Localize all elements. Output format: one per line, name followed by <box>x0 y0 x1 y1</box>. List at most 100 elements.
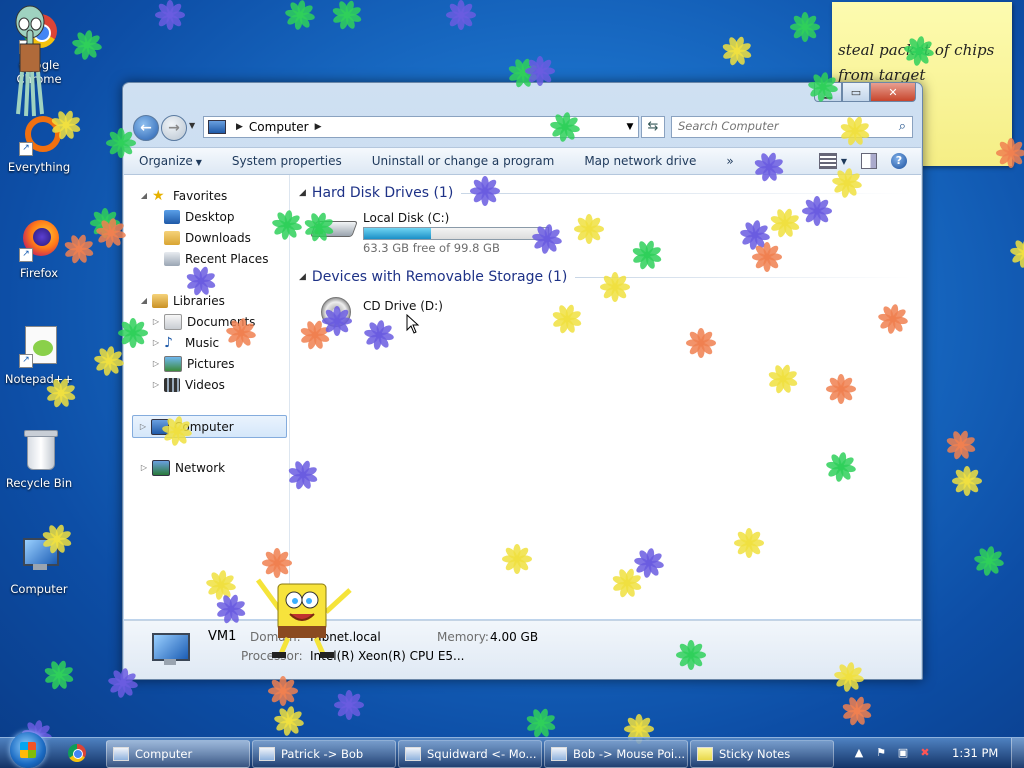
recent-pages-dropdown[interactable]: ▼ <box>189 121 195 130</box>
expand-icon[interactable]: ▷ <box>137 422 149 431</box>
address-dropdown-icon[interactable]: ▼ <box>622 122 638 132</box>
drive-c[interactable]: Local Disk (C:) 63.3 GB free of 99.8 GB <box>309 209 569 257</box>
volume-muted-icon[interactable]: ✖ <box>918 746 932 760</box>
search-input[interactable] <box>672 117 884 135</box>
forward-button[interactable]: → <box>161 115 187 141</box>
breadcrumb-arrow-icon[interactable]: ▶ <box>236 122 243 132</box>
hard-drive-icon <box>309 209 358 243</box>
clock[interactable]: 1:31 PM <box>952 746 998 760</box>
music-icon: ♪ <box>164 334 173 351</box>
expand-icon[interactable]: ▷ <box>150 338 162 347</box>
organize-menu[interactable]: Organize ▼ <box>124 154 217 168</box>
flower-icon <box>952 466 982 496</box>
nav-music[interactable]: ▷ ♪ Music <box>124 332 289 353</box>
nav-recent-places[interactable]: Recent Places <box>124 248 289 269</box>
task-computer[interactable]: Computer <box>106 740 250 768</box>
more-commands-button[interactable]: » <box>711 154 748 168</box>
address-bar[interactable]: ▶ Computer ▶ ▼ <box>203 116 639 138</box>
map-network-drive-button[interactable]: Map network drive <box>569 154 711 168</box>
preview-pane-icon[interactable] <box>861 153 877 169</box>
command-bar: Organize ▼ System properties Uninstall or… <box>124 147 921 175</box>
refresh-button[interactable]: ⇆ <box>641 116 665 138</box>
group-hard-disk-drives[interactable]: ◢ Hard Disk Drives (1) <box>299 183 911 203</box>
desktop-folder-icon <box>164 209 180 224</box>
collapse-icon[interactable]: ◢ <box>138 296 150 305</box>
close-button[interactable]: ✕ <box>870 83 916 102</box>
help-icon[interactable]: ? <box>891 153 907 169</box>
chevron-down-icon[interactable]: ▼ <box>841 157 847 166</box>
flower-icon <box>332 0 362 30</box>
task-patrick-bob[interactable]: Patrick -> Bob <box>252 740 396 768</box>
nav-label: Favorites <box>173 188 228 203</box>
nav-videos[interactable]: ▷ Videos <box>124 374 289 395</box>
nav-libraries[interactable]: ◢ Libraries <box>124 290 289 311</box>
nav-pictures[interactable]: ▷ Pictures <box>124 353 289 374</box>
search-box[interactable]: ⌕ <box>671 116 913 138</box>
change-view-icon[interactable] <box>818 153 837 169</box>
nav-favorites[interactable]: ◢ ★ Favorites <box>124 185 289 206</box>
nav-computer[interactable]: ▷ Computer <box>132 415 287 438</box>
expand-icon[interactable]: ▷ <box>150 317 162 326</box>
flower-icon <box>155 0 185 30</box>
task-label: Patrick -> Bob <box>281 747 364 761</box>
nav-network[interactable]: ▷ Network <box>124 457 289 478</box>
flag-icon[interactable]: ⚑ <box>874 746 888 760</box>
breadcrumb-arrow-icon[interactable]: ▶ <box>315 122 322 132</box>
computer-icon <box>113 747 129 761</box>
maximize-button[interactable]: ▭ <box>842 83 870 102</box>
expand-icon[interactable]: ▷ <box>150 359 162 368</box>
desktop-icon-label: Notepad++ <box>4 372 74 386</box>
desktop-icon-label: Everything <box>7 160 71 174</box>
squidward-pet <box>15 5 45 117</box>
recent-places-icon <box>164 251 180 266</box>
nav-downloads[interactable]: Downloads <box>124 227 289 248</box>
flower-icon <box>94 346 124 376</box>
shortcut-arrow-icon: ↗ <box>19 248 33 262</box>
flower-icon <box>268 676 298 706</box>
desktop-icon-notepadpp[interactable]: ↗ Notepad++ <box>4 324 74 386</box>
collapse-icon[interactable]: ◢ <box>299 188 306 198</box>
computer-icon <box>208 120 226 134</box>
drive-name: Local Disk (C:) <box>363 211 450 225</box>
breadcrumb-computer[interactable]: Computer <box>249 120 309 134</box>
desktop-icon-recycle-bin[interactable]: Recycle Bin <box>4 428 74 490</box>
task-bob-mouse[interactable]: Bob -> Mouse Poi... <box>544 740 688 768</box>
network-icon <box>152 459 170 476</box>
explorer-window[interactable]: ▁ ▭ ✕ ← → ▼ ▶ Computer ▶ ▼ ⇆ ⌕ Organize▼… <box>122 82 923 680</box>
flower-icon <box>446 0 476 30</box>
minimize-button[interactable]: ▁ <box>814 83 842 102</box>
nav-documents[interactable]: ▷ Documents <box>124 311 289 332</box>
network-tray-icon[interactable]: ▣ <box>896 746 910 760</box>
group-removable-storage[interactable]: ◢ Devices with Removable Storage (1) <box>299 267 911 287</box>
refresh-icon: ⇆ <box>647 119 659 134</box>
desktop-icon-firefox[interactable]: ↗ Firefox <box>4 218 74 280</box>
organize-label: Organize <box>139 154 193 168</box>
flower-icon <box>44 660 74 690</box>
desktop-icon-everything[interactable]: ↗ Everything <box>4 112 74 174</box>
chevron-down-icon: ▼ <box>195 158 202 167</box>
expand-icon[interactable]: ▷ <box>138 463 150 472</box>
expand-icon[interactable]: ▷ <box>150 380 162 389</box>
chevron-up-icon[interactable]: ▲ <box>852 746 866 760</box>
search-icon[interactable]: ⌕ <box>899 119 906 134</box>
cd-drive-icon <box>309 293 357 327</box>
desktop-icon-computer[interactable]: Computer <box>4 534 74 596</box>
drive-free-space: 63.3 GB free of 99.8 GB <box>363 241 500 255</box>
collapse-icon[interactable]: ◢ <box>138 191 150 200</box>
back-button[interactable]: ← <box>133 115 159 141</box>
nav-label: Computer <box>174 419 234 434</box>
pictures-icon <box>164 355 182 372</box>
videos-icon <box>164 377 180 392</box>
start-button[interactable] <box>10 732 46 768</box>
nav-desktop[interactable]: Desktop <box>124 206 289 227</box>
system-properties-button[interactable]: System properties <box>217 154 357 168</box>
show-desktop-button[interactable] <box>1011 738 1024 768</box>
taskbar-chrome[interactable] <box>62 743 92 763</box>
collapse-icon[interactable]: ◢ <box>299 272 306 282</box>
libraries-icon <box>152 293 168 308</box>
flower-icon <box>526 708 556 738</box>
task-sticky-notes[interactable]: Sticky Notes <box>690 740 834 768</box>
task-squidward[interactable]: Squidward <- Mo... <box>398 740 542 768</box>
task-label: Computer <box>135 747 193 761</box>
uninstall-program-button[interactable]: Uninstall or change a program <box>357 154 570 168</box>
